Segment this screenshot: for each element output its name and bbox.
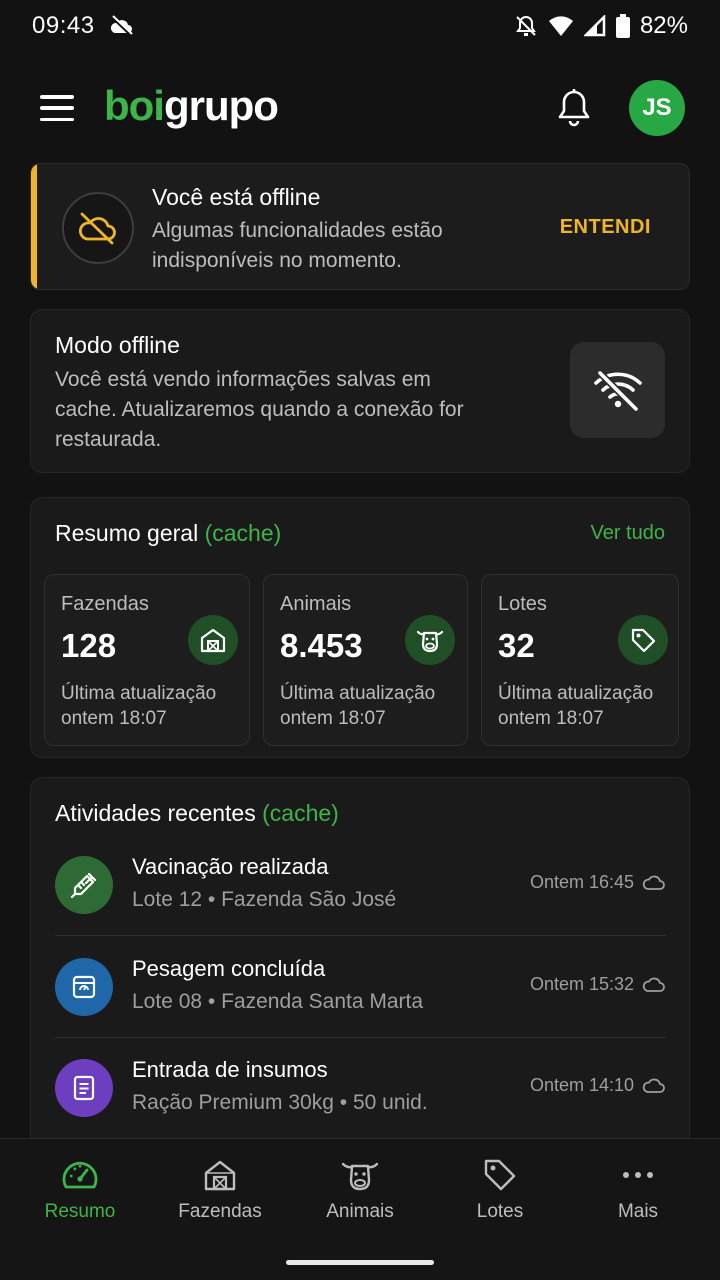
stat-card-lots[interactable]: Lotes 32 Última atualização ontem 18:07 <box>481 574 679 746</box>
more-icon <box>623 1172 653 1178</box>
home-indicator[interactable] <box>286 1260 434 1265</box>
bottom-navigation: Resumo Fazendas Animais Lotes Mais <box>0 1138 720 1280</box>
menu-icon[interactable] <box>40 95 74 121</box>
tag-icon <box>484 1159 516 1191</box>
cache-tag: (cache) <box>262 800 339 826</box>
activity-time: Ontem 15:32 <box>530 974 666 995</box>
activity-subtitle: Ração Premium 30kg • 50 unid. <box>132 1091 428 1114</box>
cloud-off-icon <box>62 192 134 264</box>
scale-icon <box>55 958 113 1016</box>
stat-value: 128 <box>61 627 117 664</box>
summary-card: Resumo geral (cache) Ver tudo Fazendas 1… <box>30 497 690 758</box>
nav-lotes[interactable]: Lotes <box>430 1157 570 1223</box>
divider <box>55 935 666 936</box>
banner-description: Algumas funcionalidades estão indisponív… <box>152 219 443 272</box>
nav-mais[interactable]: Mais <box>568 1157 708 1223</box>
cloud-icon <box>642 875 665 890</box>
status-time: 09:43 <box>32 12 95 39</box>
app-logo: boigrupo <box>104 82 279 129</box>
cow-icon <box>405 615 455 665</box>
activity-time: Ontem 14:10 <box>530 1075 666 1096</box>
cloud-icon <box>642 1078 665 1093</box>
offline-banner: Você está offline Algumas funcionalidade… <box>30 163 690 290</box>
offline-mode-title: Modo offline <box>55 332 180 358</box>
stat-update: Última atualização ontem 18:07 <box>61 683 217 729</box>
warning-stripe <box>31 164 37 289</box>
barn-icon <box>204 1160 236 1191</box>
syringe-icon <box>55 856 113 914</box>
activities-title: Atividades recentes (cache) <box>55 800 339 826</box>
activity-title: Pesagem concluída <box>132 956 326 981</box>
offline-mode-card: Modo offline Você está vendo informações… <box>30 309 690 473</box>
offline-mode-description: Você está vendo informações salvas em ca… <box>55 368 464 451</box>
stat-card-animals[interactable]: Animais 8.453 Última atualização ontem 18… <box>263 574 468 746</box>
recent-activities-card: Atividades recentes (cache) Vacinação re… <box>30 777 690 1177</box>
battery-level: 82% <box>639 12 688 39</box>
activity-time: Ontem 16:45 <box>530 872 666 893</box>
cow-icon <box>341 1162 379 1191</box>
document-icon <box>55 1059 113 1117</box>
activity-title: Vacinação realizada <box>132 854 329 879</box>
divider <box>55 1037 666 1038</box>
status-bar: 09:43 82% <box>0 0 720 52</box>
stat-value: 8.453 <box>280 627 363 664</box>
wifi-icon <box>548 15 574 37</box>
tag-icon <box>618 615 668 665</box>
wifi-off-icon <box>570 342 665 438</box>
banner-title: Você está offline <box>152 184 321 210</box>
cloud-icon <box>642 977 665 992</box>
stat-update: Última atualização ontem 18:07 <box>498 683 654 729</box>
nav-fazendas[interactable]: Fazendas <box>150 1157 290 1223</box>
dismiss-button[interactable]: ENTENDI <box>560 216 651 239</box>
stat-value: 32 <box>498 627 535 664</box>
activity-subtitle: Lote 08 • Fazenda Santa Marta <box>132 990 424 1013</box>
barn-icon <box>188 615 238 665</box>
notifications-off-icon <box>514 14 538 38</box>
signal-icon <box>583 15 606 37</box>
activity-subtitle: Lote 12 • Fazenda São José <box>132 888 397 911</box>
battery-icon <box>615 14 630 38</box>
summary-title: Resumo geral (cache) <box>55 520 282 546</box>
nav-animais[interactable]: Animais <box>290 1157 430 1223</box>
cloud-off-icon <box>109 15 135 37</box>
app-bar: boigrupo JS <box>0 78 720 138</box>
dashboard-icon <box>62 1161 98 1189</box>
cache-tag: (cache) <box>204 520 282 546</box>
activity-item[interactable]: Pesagem concluída Lote 08 • Fazenda Sant… <box>55 956 666 1058</box>
avatar[interactable]: JS <box>629 80 685 136</box>
stat-card-farms[interactable]: Fazendas 128 Última atualização ontem 18:… <box>44 574 250 746</box>
nav-resumo[interactable]: Resumo <box>10 1157 150 1223</box>
see-all-link[interactable]: Ver tudo <box>590 522 665 545</box>
activity-title: Entrada de insumos <box>132 1057 328 1082</box>
activity-item[interactable]: Vacinação realizada Lote 12 • Fazenda Sã… <box>55 854 666 956</box>
stat-update: Última atualização ontem 18:07 <box>280 683 436 729</box>
bell-icon[interactable] <box>555 88 593 133</box>
